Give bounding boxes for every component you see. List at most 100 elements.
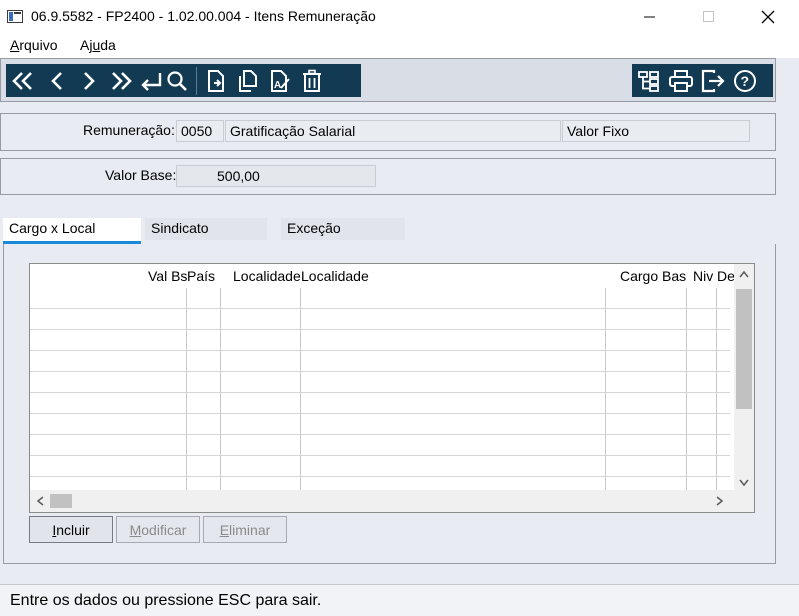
column-divider [220, 288, 221, 491]
new-document-icon [208, 69, 224, 92]
cargo-local-grid[interactable]: Val Bs País Localidade Localidade Cargo … [29, 263, 755, 513]
next-icon [84, 71, 95, 90]
window-title: 06.9.5582 - FP2400 - 1.02.00.004 - Itens… [31, 8, 376, 24]
table-row[interactable] [30, 308, 730, 309]
minimize-icon [644, 16, 655, 18]
vertical-scroll-thumb[interactable] [736, 289, 752, 409]
remuneracao-description-field: Gratificação Salarial [225, 120, 561, 142]
column-niv[interactable]: Niv [693, 268, 713, 284]
menu-arquivo-mnemonic: A [10, 37, 20, 53]
tab-sindicato-label: Sindicato [151, 220, 209, 236]
menu-ajuda-label-start: Aj [80, 37, 93, 53]
structure-button[interactable] [636, 67, 662, 95]
return-icon [141, 72, 162, 91]
horizontal-scrollbar[interactable] [30, 490, 754, 512]
eliminar-mnemonic: E [219, 521, 230, 538]
copy-document-icon [239, 69, 257, 92]
next-button[interactable] [76, 67, 102, 95]
edit-button[interactable]: A [267, 67, 293, 95]
help-icon: ? [734, 69, 756, 92]
delete-icon [303, 69, 321, 92]
exit-icon [701, 69, 725, 92]
column-de[interactable]: De [717, 268, 735, 284]
print-icon [669, 69, 693, 92]
incluir-button[interactable]: Incluir [29, 516, 113, 543]
search-icon [167, 70, 187, 91]
remuneracao-code-field[interactable]: 0050 [176, 120, 224, 142]
svg-text:A: A [274, 80, 281, 91]
exit-button[interactable] [700, 67, 726, 95]
edit-document-icon: A [271, 69, 290, 92]
scroll-right-icon[interactable] [716, 495, 724, 509]
title-bar: 06.9.5582 - FP2400 - 1.02.00.004 - Itens… [0, 0, 799, 34]
delete-button[interactable] [299, 67, 325, 95]
tab-excecao[interactable]: Exceção [281, 218, 405, 240]
column-divider [605, 288, 606, 491]
table-row[interactable] [30, 371, 730, 372]
tab-excecao-label: Exceção [287, 220, 341, 236]
new-button[interactable] [203, 67, 229, 95]
valor-base-label: Valor Base: [105, 167, 177, 183]
close-icon [761, 10, 775, 24]
last-icon [112, 71, 132, 90]
table-row[interactable] [30, 413, 730, 414]
table-row[interactable] [30, 392, 730, 393]
scroll-up-icon[interactable] [739, 267, 749, 281]
column-val-bs[interactable]: Val Bs [148, 268, 187, 284]
modificar-button: Modificar [116, 516, 200, 543]
menu-arquivo[interactable]: Arquivo [10, 37, 57, 53]
scroll-left-icon[interactable] [36, 495, 44, 509]
search-button[interactable] [164, 67, 190, 95]
eliminar-label: liminar [229, 521, 271, 538]
table-row[interactable] [30, 329, 730, 330]
status-message: Entre os dados ou pressione ESC para sai… [10, 592, 322, 609]
maximize-icon [703, 11, 714, 22]
tab-cargo-local[interactable]: Cargo x Local [3, 218, 141, 244]
copy-button[interactable] [235, 67, 261, 95]
table-row[interactable] [30, 350, 730, 351]
toolbar-right-group: ? [632, 64, 773, 97]
toolbar-separator [196, 66, 197, 95]
previous-button[interactable] [44, 67, 70, 95]
print-button[interactable] [668, 67, 694, 95]
grid-header: Val Bs País Localidade Localidade Cargo … [30, 264, 735, 288]
column-pais[interactable]: País [187, 268, 215, 284]
menu-ajuda[interactable]: Ajuda [80, 37, 116, 53]
table-row[interactable] [30, 455, 730, 456]
menu-arquivo-label: rquivo [19, 37, 58, 53]
remuneracao-label: Remuneração: [83, 122, 175, 138]
column-divider [686, 288, 687, 491]
tab-sindicato[interactable]: Sindicato [145, 218, 267, 240]
column-divider [300, 288, 301, 491]
minimize-button[interactable] [627, 0, 673, 34]
table-row[interactable] [30, 434, 730, 435]
vertical-scrollbar[interactable] [734, 264, 754, 491]
tab-cargo-local-label: Cargo x Local [9, 220, 96, 236]
column-divider [716, 288, 717, 491]
scroll-down-icon[interactable] [739, 476, 749, 490]
last-button[interactable] [108, 67, 134, 95]
close-button[interactable] [745, 0, 791, 34]
tab-page-cargo-local: Val Bs País Localidade Localidade Cargo … [3, 244, 776, 564]
valor-base-field[interactable]: 500,00 [176, 165, 376, 187]
first-button[interactable] [10, 67, 36, 95]
eliminar-button: Eliminar [203, 516, 287, 543]
column-localidade[interactable]: Localidade [301, 268, 369, 284]
help-button[interactable]: ? [732, 67, 758, 95]
column-cargo-bas[interactable]: Cargo Bas [620, 268, 686, 284]
toolbar: A ? [0, 58, 776, 102]
menu-bar: Arquivo Ajuda [0, 34, 799, 58]
app-icon [7, 10, 23, 23]
column-localidade-code[interactable]: Localidade [233, 268, 301, 284]
remuneracao-panel: Remuneração: 0050 Gratificação Salarial … [0, 113, 776, 151]
column-divider [186, 288, 187, 491]
valor-base-panel: Valor Base: 500,00 [0, 158, 776, 195]
remuneracao-type-field: Valor Fixo [562, 120, 750, 142]
structure-icon [638, 70, 659, 92]
return-button[interactable] [138, 67, 164, 95]
menu-ajuda-label-end: da [100, 37, 116, 53]
first-icon [12, 71, 32, 90]
horizontal-scroll-thumb[interactable] [50, 494, 72, 508]
svg-text:?: ? [741, 73, 750, 89]
table-row[interactable] [30, 476, 730, 477]
